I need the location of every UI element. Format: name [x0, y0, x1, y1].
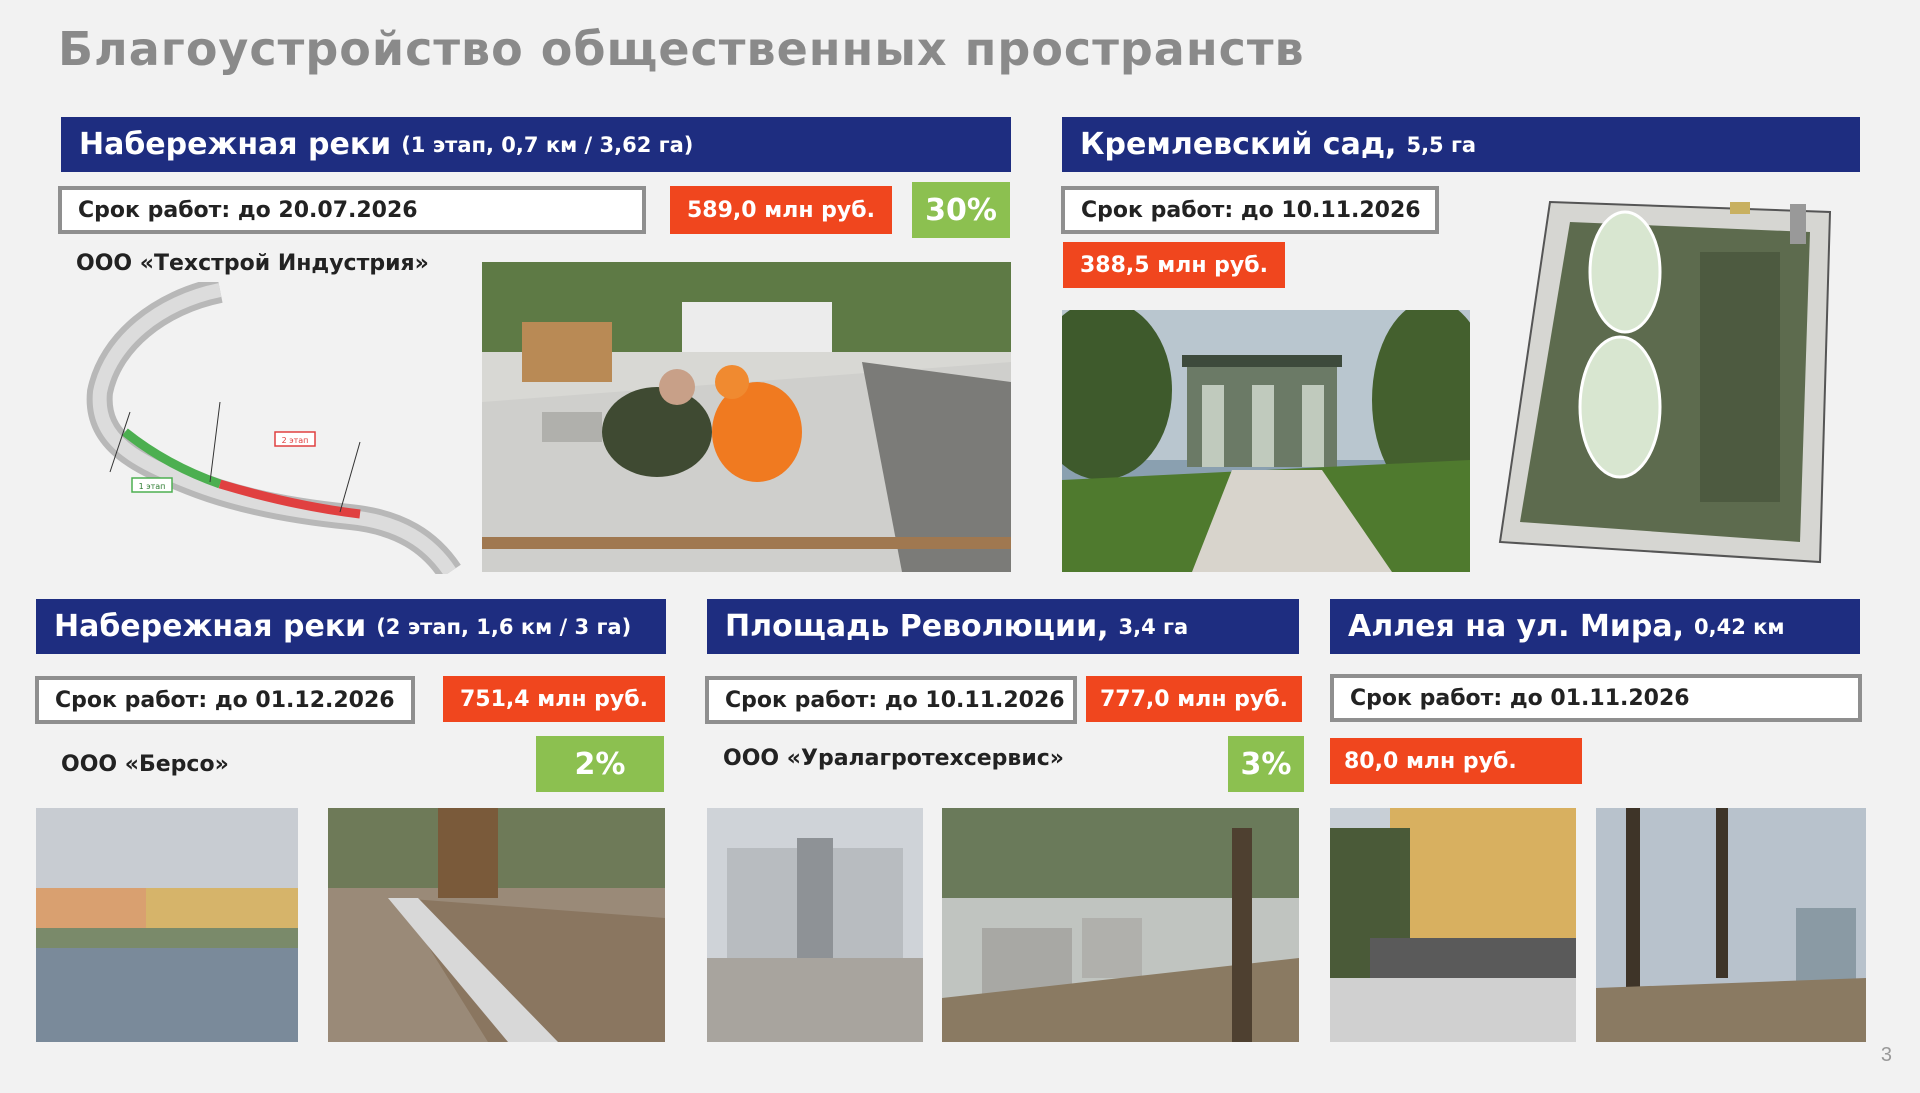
page-number: 3 — [1880, 1044, 1892, 1066]
project-3-price: 751,4 млн руб. — [443, 676, 665, 722]
project-4-progress: 3% — [1228, 736, 1304, 792]
project-5-details: 0,42 км — [1694, 614, 1785, 639]
project-1-name: Набережная реки — [79, 127, 392, 162]
embankment-map: 2 этап 1 этап — [70, 282, 480, 574]
project-4-term: Срок работ: до 10.11.2026 — [705, 676, 1077, 724]
project-5-price: 80,0 млн руб. — [1330, 738, 1582, 784]
project-5-term: Срок работ: до 01.11.2026 — [1330, 674, 1862, 722]
page-title: Благоустройство общественных пространств — [58, 22, 1305, 76]
project-4-price: 777,0 млн руб. — [1086, 676, 1302, 722]
project-3-name: Набережная реки — [54, 609, 367, 644]
project-2-term: Срок работ: до 10.11.2026 — [1061, 186, 1439, 234]
workers-paving-photo — [482, 262, 1011, 572]
project-2-price: 388,5 млн руб. — [1063, 242, 1285, 288]
project-2-details: 5,5 га — [1406, 132, 1477, 157]
project-5-header: Аллея на ул. Мира, 0,42 км — [1330, 599, 1860, 654]
embankment-construction-photo — [328, 808, 665, 1042]
project-2-name: Кремлевский сад, — [1080, 127, 1397, 162]
project-3-term: Срок работ: до 01.12.2026 — [35, 676, 415, 724]
project-2-header: Кремлевский сад, 5,5 га — [1062, 117, 1860, 172]
project-1-term: Срок работ: до 20.07.2026 — [58, 186, 646, 234]
project-5-name: Аллея на ул. Мира, — [1348, 609, 1684, 644]
revolution-square-photo — [707, 808, 923, 1042]
project-1-details: (1 этап, 0,7 км / 3,62 га) — [401, 132, 694, 157]
mira-alley-trees-photo — [1596, 808, 1866, 1042]
project-1-progress: 30% — [912, 182, 1010, 238]
kremlin-garden-plan — [1490, 192, 1846, 572]
project-3-progress: 2% — [536, 736, 664, 792]
embankment-river-photo — [36, 808, 298, 1042]
project-4-contractor: ООО «Уралагротехсервис» — [723, 746, 1065, 771]
project-3-details: (2 этап, 1,6 км / 3 га) — [376, 614, 632, 639]
project-4-details: 3,4 га — [1118, 614, 1189, 639]
mira-alley-building-photo — [1330, 808, 1576, 1042]
project-3-contractor: ООО «Берсо» — [61, 752, 229, 777]
revolution-square-paving-photo — [942, 808, 1299, 1042]
map-label-stage2: 2 этап — [282, 436, 309, 445]
project-1-contractor: ООО «Техстрой Индустрия» — [76, 251, 429, 276]
map-label-stage1: 1 этап — [139, 482, 166, 491]
project-4-header: Площадь Революции, 3,4 га — [707, 599, 1299, 654]
project-3-header: Набережная реки (2 этап, 1,6 км / 3 га) — [36, 599, 666, 654]
project-1-header: Набережная реки (1 этап, 0,7 км / 3,62 г… — [61, 117, 1011, 172]
project-4-name: Площадь Революции, — [725, 609, 1109, 644]
project-1-price: 589,0 млн руб. — [670, 186, 892, 234]
kremlin-garden-pavilion-photo — [1062, 310, 1470, 572]
